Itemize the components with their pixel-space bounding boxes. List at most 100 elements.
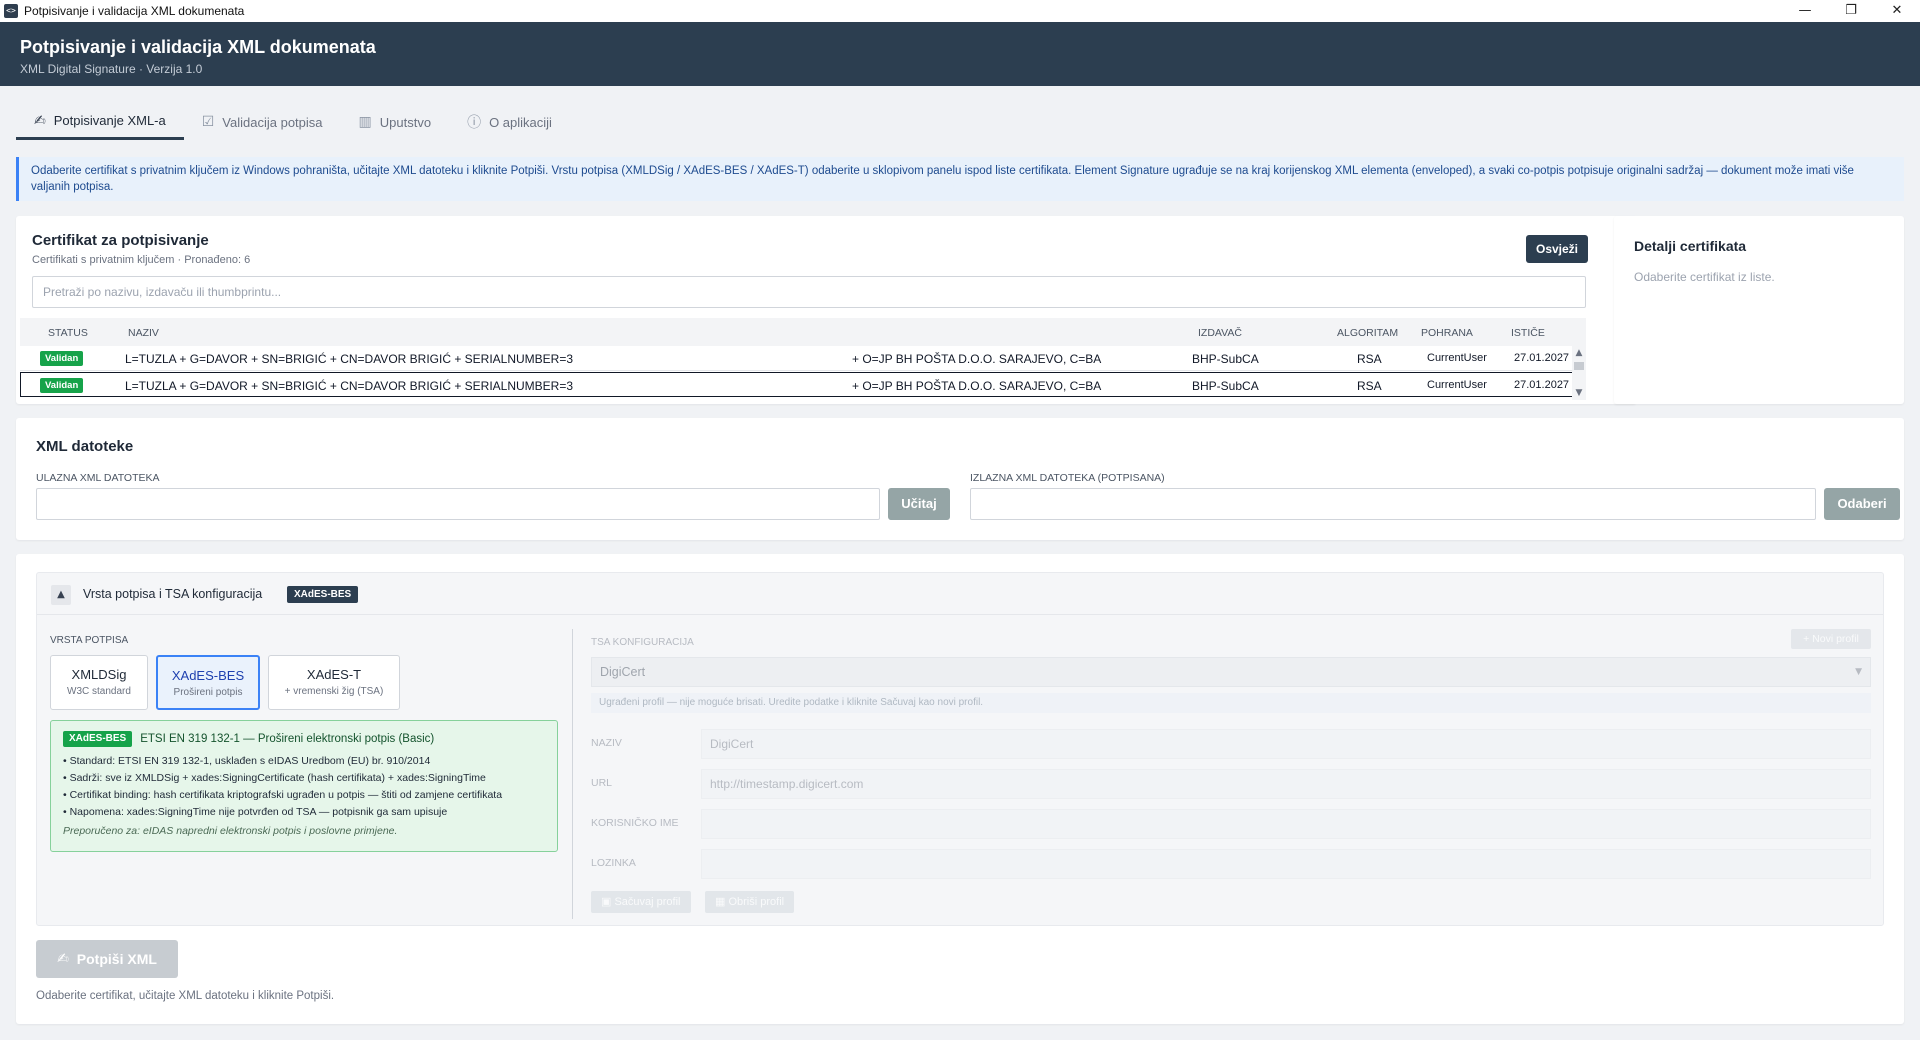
signature-panel: ▲ Vrsta potpisa i TSA konfiguracija XAdE…: [16, 554, 1904, 1024]
certificate-table-header: STATUS NAZIV IZDAVAČ ALGORITAM POHRANA I…: [20, 318, 1586, 346]
cert-store: CurrentUser: [1427, 379, 1487, 391]
col-name[interactable]: NAZIV: [128, 327, 159, 339]
scroll-up-icon[interactable]: ▲: [1572, 346, 1586, 360]
chevron-down-icon: ▼: [1855, 667, 1862, 677]
refresh-button[interactable]: Osvježi: [1526, 235, 1588, 263]
info-banner: Odaberite certifikat s privatnim ključem…: [16, 157, 1904, 201]
input-file-label: ULAZNA XML DATOTEKA: [36, 472, 160, 484]
save-profile-label: Sačuvaj profil: [614, 896, 681, 908]
info-icon: ⓘ: [467, 115, 482, 131]
type-desc: W3C standard: [67, 686, 131, 697]
tab-label: Validacija potpisa: [222, 114, 323, 130]
details-title: Detalji certifikata: [1634, 238, 1747, 254]
type-desc: Prošireni potpis: [173, 687, 243, 698]
tsa-password-field[interactable]: [701, 849, 1871, 879]
tab-label: Potpisivanje XML-a: [53, 113, 166, 128]
col-store[interactable]: POHRANA: [1421, 327, 1473, 339]
scroll-down-icon[interactable]: ▼: [1572, 386, 1586, 400]
delete-profile-button[interactable]: ▦ Obriši profil: [705, 891, 795, 913]
col-status[interactable]: STATUS: [48, 327, 88, 339]
load-button[interactable]: Učitaj: [888, 488, 950, 520]
section-header[interactable]: ▲ Vrsta potpisa i TSA konfiguracija XAdE…: [37, 573, 1883, 615]
window-controls: — ❐ ✕: [1782, 0, 1920, 22]
type-name: XAdES-BES: [171, 668, 245, 683]
table-row-selected[interactable]: Validan L=TUZLA + G=DAVOR + SN=BRIGIĆ + …: [20, 372, 1586, 397]
type-desc: + vremenski žig (TSA): [284, 686, 384, 697]
tab-guide[interactable]: ▥ Uputstvo: [341, 104, 450, 140]
app-subtitle: XML Digital Signature · Verzija 1.0: [20, 62, 203, 76]
type-xmldsig-button[interactable]: XMLDSig W3C standard: [50, 655, 148, 710]
certificate-title: Certifikat za potpisivanje: [32, 232, 209, 249]
tab-signing[interactable]: ✍ Potpisivanje XML-a: [16, 104, 184, 140]
details-hint: Odaberite certifikat iz liste.: [1634, 270, 1775, 284]
certificate-panel: Certifikat za potpisivanje Certifikati s…: [16, 216, 1636, 404]
signature-type-label: VRSTA POTPISA: [50, 635, 129, 646]
cert-name: L=TUZLA + G=DAVOR + SN=BRIGIĆ + CN=DAVOR…: [125, 352, 573, 366]
desc-badge: XAdES-BES: [63, 731, 133, 747]
tab-label: O aplikaciji: [489, 114, 552, 130]
status-badge: Validan: [40, 378, 84, 393]
output-file-field[interactable]: [970, 488, 1816, 520]
tsa-url-field[interactable]: http://timestamp.digicert.com: [701, 769, 1871, 799]
cert-expires: 27.01.2027: [1514, 352, 1570, 364]
tsa-profile-select[interactable]: DigiCert ▼: [591, 657, 1871, 687]
signature-icon: ✍: [57, 951, 69, 967]
tsa-user-field[interactable]: [701, 809, 1871, 839]
table-scrollbar[interactable]: ▲ ▼: [1572, 346, 1586, 400]
table-row[interactable]: Validan L=TUZLA + G=DAVOR + SN=BRIGIĆ + …: [20, 346, 1586, 371]
signature-type-description: XAdES-BES ETSI EN 319 132-1 — Prošireni …: [50, 720, 558, 852]
type-name: XAdES-T: [306, 667, 362, 682]
cert-store: CurrentUser: [1427, 352, 1487, 364]
sign-xml-label: Potpiši XML: [76, 951, 157, 967]
tsa-user-label: KORISNIČKO IME: [591, 817, 679, 829]
signature-type-section: ▲ Vrsta potpisa i TSA konfiguracija XAdE…: [36, 572, 1884, 926]
type-xades-bes-button[interactable]: XAdES-BES Prošireni potpis: [156, 655, 260, 710]
minimize-button[interactable]: —: [1782, 0, 1828, 22]
certificate-count: Certifikati s privatnim ključem · Pronađ…: [32, 254, 251, 266]
certificate-search-input[interactable]: [32, 276, 1586, 308]
col-issuer[interactable]: IZDAVAČ: [1198, 327, 1242, 339]
tsa-password-label: LOZINKA: [591, 857, 636, 869]
save-profile-button[interactable]: ▣ Sačuvaj profil: [591, 891, 691, 913]
col-algorithm[interactable]: ALGORITAM: [1337, 327, 1398, 339]
input-file-field[interactable]: [36, 488, 880, 520]
collapse-icon[interactable]: ▲: [51, 585, 71, 605]
tsa-note: Ugrađeni profil — nije moguće brisati. U…: [591, 693, 1871, 713]
window-title: Potpisivanje i validacija XML dokumenata: [24, 4, 245, 18]
save-icon: ▣: [601, 896, 615, 908]
desc-list: • Standard: ETSI EN 319 132-1, usklađen …: [63, 753, 547, 821]
new-profile-button[interactable]: + Novi profil: [1791, 629, 1871, 649]
cert-issuer: BHP-SubCA: [1192, 379, 1259, 393]
tsa-name-field[interactable]: DigiCert: [701, 729, 1871, 759]
cert-algorithm: RSA: [1357, 352, 1382, 366]
col-expires[interactable]: ISTIČE: [1511, 327, 1545, 339]
close-button[interactable]: ✕: [1874, 0, 1920, 22]
app-icon: <>: [4, 4, 18, 18]
book-icon: ▥: [358, 114, 372, 130]
selected-type-badge: XAdES-BES: [287, 586, 359, 603]
status-badge: Validan: [40, 351, 84, 366]
cert-algorithm: RSA: [1357, 379, 1382, 393]
app-header: Potpisivanje i validacija XML dokumenata…: [0, 22, 1920, 86]
restore-button[interactable]: ❐: [1828, 0, 1874, 22]
checkbox-icon: ☑: [201, 114, 215, 130]
tab-about[interactable]: ⓘ O aplikaciji: [449, 104, 570, 140]
sign-xml-button[interactable]: ✍ Potpiši XML: [36, 940, 178, 978]
tsa-label: TSA KONFIGURACIJA: [591, 637, 694, 648]
tsa-url-label: URL: [591, 777, 613, 789]
main-tabs: ✍ Potpisivanje XML-a ☑ Validacija potpis…: [16, 104, 570, 142]
tab-validation[interactable]: ☑ Validacija potpisa: [184, 104, 341, 140]
xml-files-panel: XML datoteke ULAZNA XML DATOTEKA Učitaj …: [16, 418, 1904, 540]
signature-icon: ✍: [34, 112, 46, 129]
list-item: • Sadrži: sve iz XMLDSig + xades:Signing…: [63, 772, 486, 784]
certificate-details-panel: Detalji certifikata Odaberite certifikat…: [1614, 216, 1904, 404]
scroll-thumb[interactable]: [1574, 362, 1584, 370]
xml-files-title: XML datoteke: [36, 438, 134, 455]
choose-output-button[interactable]: Odaberi: [1824, 488, 1900, 520]
output-file-label: IZLAZNA XML DATOTEKA (POTPISANA): [970, 472, 1165, 484]
type-name: XMLDSig: [71, 667, 127, 682]
desc-title: ETSI EN 319 132-1 — Prošireni elektronsk…: [140, 733, 435, 745]
cert-expires: 27.01.2027: [1514, 379, 1570, 391]
type-xades-t-button[interactable]: XAdES-T + vremenski žig (TSA): [268, 655, 400, 710]
status-message: Odaberite certifikat, učitajte XML datot…: [36, 990, 335, 1002]
